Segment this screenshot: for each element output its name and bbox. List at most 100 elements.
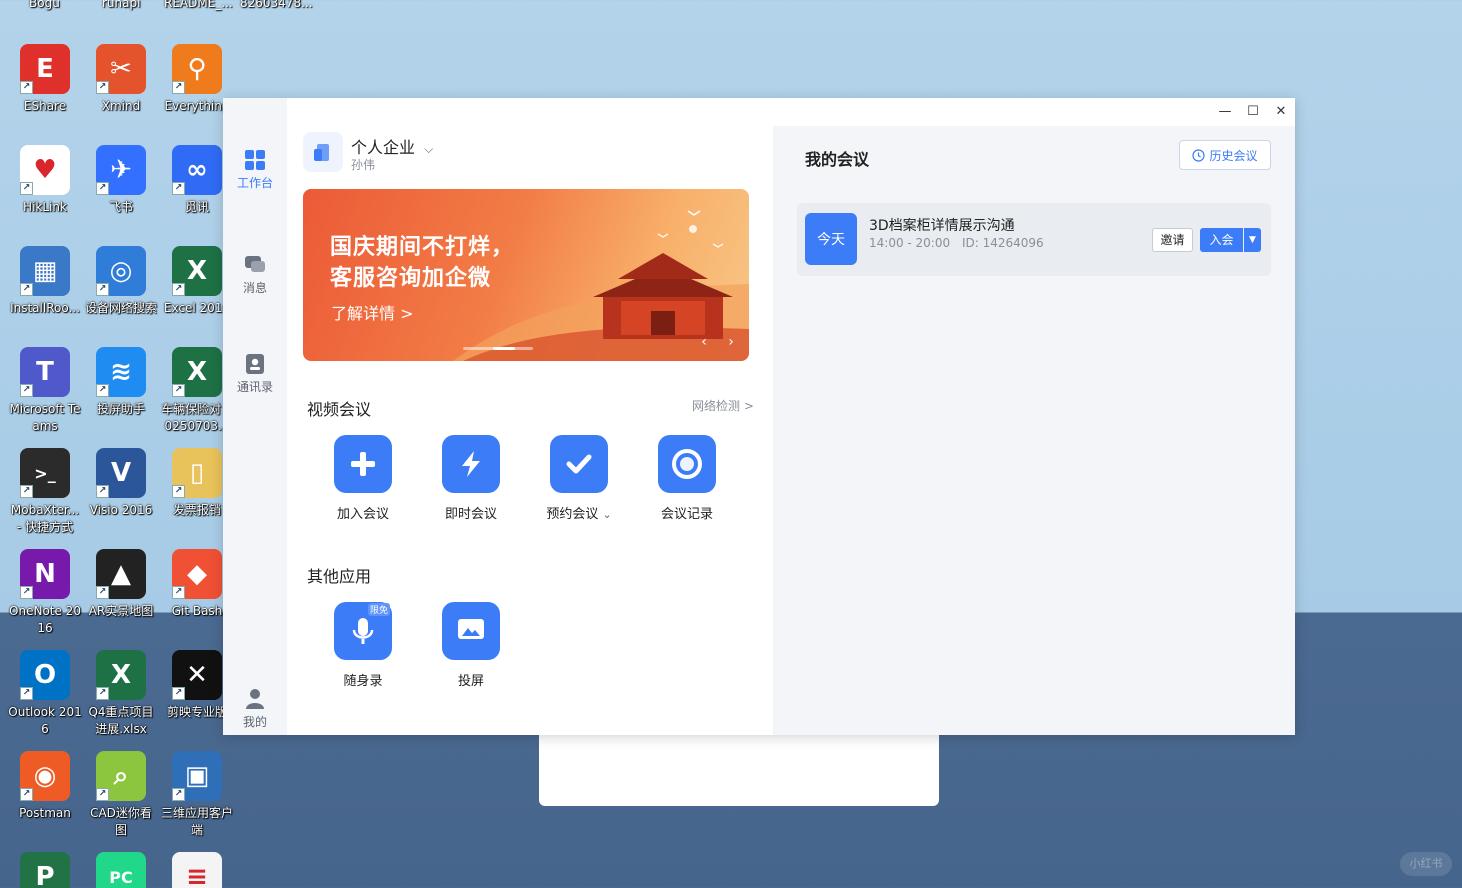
desktop-icon[interactable]: ♥ ↗ HikLink (8, 145, 82, 216)
shortcut-arrow-icon: ↗ (172, 485, 185, 498)
shortcut-arrow-icon: ↗ (20, 586, 33, 599)
desktop-icon[interactable]: O ↗ Outlook 2016 (8, 650, 82, 738)
join-button[interactable]: 入会 (1200, 228, 1243, 252)
desktop-icon[interactable]: ≋ ↗ 投屏助手 (84, 347, 158, 418)
my-meetings-panel: 我的会议 历史会议 今天 3D档案柜详情展示沟通 14:00 - 20:00 I… (773, 126, 1295, 735)
desktop-label-bogu[interactable]: Bogu (29, 0, 60, 10)
join-meeting-button[interactable]: 加入会议 (318, 435, 408, 522)
schedule-meeting-button[interactable]: 预约会议 ⌄ (534, 435, 624, 522)
app-icon: V ↗ (96, 448, 146, 498)
org-name: 个人企业 (351, 138, 416, 157)
desktop-icon[interactable]: ▲ ↗ AR实景地图 (84, 549, 158, 620)
desktop-icon[interactable]: E ↗ EShare (8, 44, 82, 115)
chevron-down-icon[interactable]: ⌄ (602, 508, 611, 521)
meeting-day-badge: 今天 (805, 213, 857, 265)
desktop-icon[interactable]: PC↗ (84, 852, 158, 888)
history-meetings-button[interactable]: 历史会议 (1179, 140, 1271, 170)
nav-label: 我的 (242, 715, 267, 729)
desktop-icon-label: CAD迷你看 图 (90, 806, 152, 837)
background-panel (539, 734, 939, 806)
app-icon: X ↗ (172, 347, 222, 397)
workbench-panel: 个人企业 ⌵ 孙伟 国庆期间不打烊， 客服咨询加企微 了解详情 > ‹ › 视频… (287, 98, 773, 735)
free-tag: 限免 (367, 603, 390, 616)
screen-cast-button[interactable]: 投屏 (426, 602, 516, 689)
app-icon: X ↗ (172, 246, 222, 296)
desktop-label-file[interactable]: 82603478... (240, 0, 313, 10)
network-check-link[interactable]: 网络检测 > (692, 397, 754, 414)
desktop-icon-label: InstallRoo... (10, 301, 80, 315)
shortcut-arrow-icon: ↗ (20, 283, 33, 296)
app-icon: ▦ ↗ (20, 246, 70, 296)
banner-title-line1: 国庆期间不打烊， (330, 235, 515, 260)
app-icon: ♥ ↗ (20, 145, 70, 195)
desktop-icon[interactable]: X ↗ Q4重点项目 进展.xlsx (84, 650, 158, 738)
promo-banner[interactable]: 国庆期间不打烊， 客服咨询加企微 了解详情 > ‹ › (303, 189, 749, 361)
close-button[interactable]: ✕ (1267, 102, 1295, 122)
app-icon: N ↗ (20, 549, 70, 599)
app-icon: ◉ ↗ (20, 751, 70, 801)
nav-label: 工作台 (236, 176, 273, 190)
nav-item-me[interactable]: 我的 (223, 687, 287, 730)
desktop-icon[interactable]: >_ ↗ MobaXter... - 快捷方式 (8, 448, 82, 536)
watermark: 小红书 (1400, 852, 1452, 876)
voice-recorder-button[interactable]: 限免 随身录 (318, 602, 408, 689)
app-label: 随身录 (343, 674, 383, 689)
minimize-button[interactable]: — (1211, 102, 1239, 122)
action-label-wrap: 预约会议 ⌄ (534, 503, 624, 522)
my-meetings-title: 我的会议 (805, 150, 870, 169)
desktop-icon-label: 三维应用客户 端 (160, 806, 233, 837)
desktop-icon[interactable]: ◉ ↗ Postman (8, 751, 82, 822)
desktop-icon-label: AR实景地图 (88, 604, 154, 618)
desktop-icon[interactable]: ✂ ↗ Xmind (84, 44, 158, 115)
desktop-icon[interactable]: ▦ ↗ InstallRoo... (8, 246, 82, 317)
action-label: 预约会议 (546, 507, 599, 522)
banner-next-icon[interactable]: › (722, 333, 740, 351)
desktop-icon[interactable]: V ↗ Visio 2016 (84, 448, 158, 519)
desktop-icon[interactable]: ▣ ↗ 三维应用客户 端 (160, 751, 234, 839)
banner-prev-icon[interactable]: ‹ (695, 333, 713, 351)
desktop-icon-label: 投屏助手 (96, 402, 145, 416)
meeting-records-button[interactable]: 会议记录 (642, 435, 732, 522)
desktop-icon[interactable]: T ↗ Microsoft Teams (8, 347, 82, 435)
contacts-icon (243, 352, 267, 376)
meeting-id: ID: 14264096 (961, 236, 1044, 250)
desktop-icon[interactable]: ✈ ↗ 飞书 (84, 145, 158, 216)
nav-item-workbench[interactable]: 工作台 (223, 148, 287, 191)
org-logo-icon[interactable] (303, 132, 343, 172)
banner-more-link[interactable]: 了解详情 > (331, 300, 414, 324)
action-label: 即时会议 (444, 507, 497, 522)
plus-icon (334, 435, 392, 493)
desktop-icon-label: Microsoft Teams (9, 402, 81, 433)
meeting-card[interactable]: 今天 3D档案柜详情展示沟通 14:00 - 20:00 ID: 1426409… (797, 203, 1271, 276)
shortcut-arrow-icon: ↗ (172, 586, 185, 599)
action-label: 加入会议 (336, 507, 389, 522)
maximize-button[interactable]: ☐ (1239, 102, 1267, 122)
nav-item-contacts[interactable]: 通讯录 (223, 352, 287, 395)
desktop-icon[interactable]: ≡↗ (160, 852, 234, 888)
grid-icon (243, 148, 267, 172)
app-icon: O ↗ (20, 650, 70, 700)
app-icon: PC↗ (96, 852, 146, 888)
instant-meeting-button[interactable]: 即时会议 (426, 435, 516, 522)
desktop-icon[interactable]: ◎ ↗ 设备网络搜索 (84, 246, 158, 317)
join-dropdown-icon[interactable]: ▼ (1244, 228, 1261, 252)
desktop-label-readme[interactable]: README_... (164, 0, 233, 10)
desktop-icon[interactable]: P↗ (8, 852, 82, 888)
invite-button[interactable]: 邀请 (1152, 228, 1193, 252)
desktop-label-runapi[interactable]: runapi (102, 0, 140, 10)
app-icon: ▣ ↗ (172, 751, 222, 801)
shortcut-arrow-icon: ↗ (172, 384, 185, 397)
shortcut-arrow-icon: ↗ (20, 485, 33, 498)
desktop-icon-label: Outlook 2016 (8, 705, 82, 736)
desktop-icon[interactable]: ⌕ ↗ CAD迷你看 图 (84, 751, 158, 839)
chat-icon (243, 253, 267, 277)
record-icon (658, 435, 716, 493)
app-icon: E ↗ (20, 44, 70, 94)
desktop-icon[interactable]: N ↗ OneNote 2016 (8, 549, 82, 637)
org-switcher[interactable]: 个人企业 ⌵ (351, 134, 433, 158)
user-name: 孙伟 (351, 158, 376, 172)
nav-item-messages[interactable]: 消息 (223, 253, 287, 296)
desktop-icon-label: 设备网络搜索 (84, 301, 157, 315)
meeting-time: 14:00 - 20:00 (869, 236, 951, 250)
meeting-meta: 14:00 - 20:00 ID: 14264096 (869, 236, 1044, 250)
